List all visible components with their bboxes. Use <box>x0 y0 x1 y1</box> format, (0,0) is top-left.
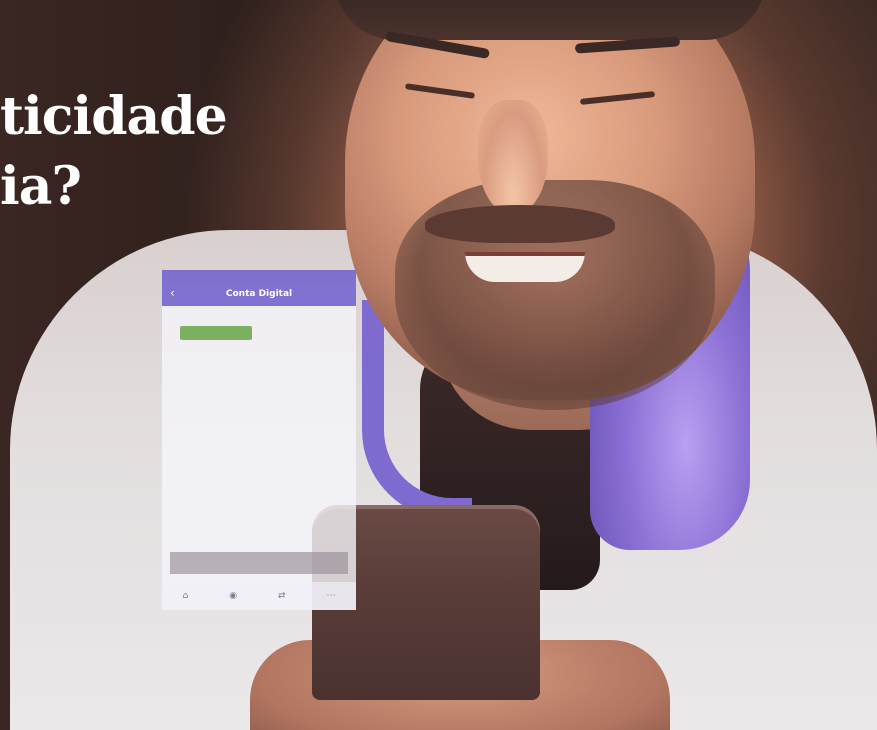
transfer-icon: ⇄ <box>278 591 286 601</box>
mustache <box>425 205 615 243</box>
back-chevron-icon[interactable]: ‹ <box>170 286 175 300</box>
home-icon: ⌂ <box>182 591 189 601</box>
status-bar <box>162 270 356 282</box>
tab-transfer[interactable]: ⇄ <box>278 591 286 601</box>
primary-button[interactable] <box>180 326 252 340</box>
app-content <box>162 306 356 362</box>
tab-home[interactable]: ⌂ <box>182 591 188 601</box>
tab-bar: ⌂ ◉ ⇄ ⋯ <box>162 582 356 610</box>
headline-line-2: ia? <box>0 156 82 217</box>
app-header: ‹ Conta Digital <box>162 282 356 306</box>
tab-card[interactable]: ◉ <box>229 591 237 601</box>
headline: ticidade ia? <box>0 82 228 222</box>
more-icon: ⋯ <box>326 591 336 601</box>
card-icon: ◉ <box>229 591 238 601</box>
contract-button[interactable] <box>170 552 348 574</box>
smile <box>465 252 585 282</box>
nose <box>478 100 548 215</box>
app-screenshot: ‹ Conta Digital ⌂ ◉ ⇄ ⋯ <box>162 270 356 610</box>
headline-line-1: ticidade <box>0 86 228 147</box>
screen-title: Conta Digital <box>225 289 293 299</box>
tab-more[interactable]: ⋯ <box>327 591 336 601</box>
